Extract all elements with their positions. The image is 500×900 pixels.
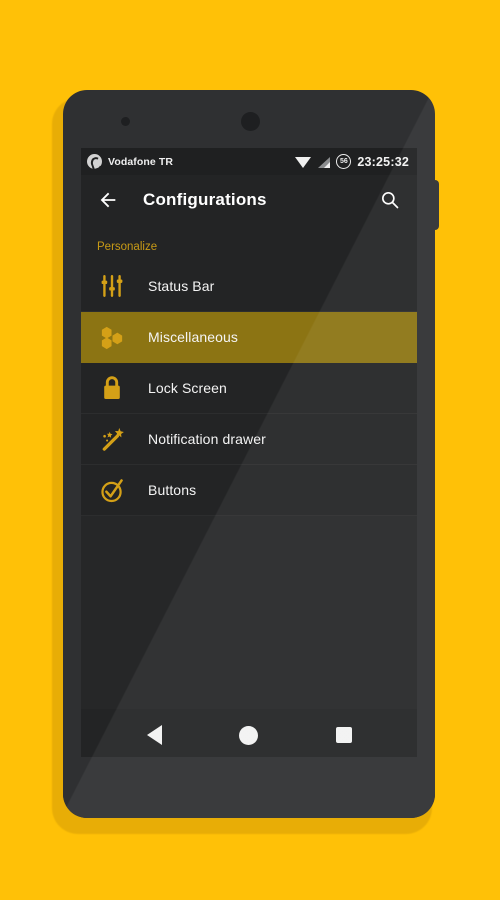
- nav-recents-square-icon[interactable]: [322, 713, 366, 757]
- list-item-label: Buttons: [148, 482, 197, 498]
- settings-list: Personalize Status Bar Miscellaneous Loc…: [81, 225, 417, 709]
- status-bar: Vodafone TR 56 23:25:32: [81, 148, 417, 175]
- phone-top-bezel: [63, 90, 435, 148]
- padlock-icon: [95, 371, 129, 405]
- list-item-label: Status Bar: [148, 278, 215, 294]
- proximity-sensor-icon: [121, 117, 130, 126]
- vodafone-logo-icon: [87, 154, 102, 169]
- honeycomb-icon: [95, 320, 129, 354]
- status-bar-indicators: 56 23:25:32: [295, 154, 409, 169]
- list-item-label: Miscellaneous: [148, 329, 239, 345]
- section-header-personalize: Personalize: [81, 225, 417, 261]
- phone-device-frame: Vodafone TR 56 23:25:32 Configurations P…: [63, 90, 435, 818]
- wifi-icon: [295, 156, 312, 168]
- magic-wand-icon: [95, 422, 129, 456]
- app-bar: Configurations: [81, 175, 417, 225]
- list-item-miscellaneous[interactable]: Miscellaneous: [81, 312, 417, 363]
- list-empty-space: [81, 516, 417, 709]
- front-camera-icon: [241, 112, 260, 131]
- search-icon[interactable]: [377, 187, 403, 213]
- nav-home-circle-icon[interactable]: [227, 713, 271, 757]
- cell-signal-icon: [317, 156, 331, 168]
- arrow-back-icon[interactable]: [95, 187, 121, 213]
- check-circle-icon: [95, 473, 129, 507]
- list-item-notification-drawer[interactable]: Notification drawer: [81, 414, 417, 465]
- page-title: Configurations: [143, 190, 267, 209]
- android-navigation-bar: [81, 709, 417, 757]
- list-item-status-bar[interactable]: Status Bar: [81, 261, 417, 312]
- list-item-label: Lock Screen: [148, 380, 227, 396]
- phone-bottom-bezel: [63, 757, 435, 818]
- nav-back-triangle-icon[interactable]: [132, 713, 176, 757]
- phone-screen: Vodafone TR 56 23:25:32 Configurations P…: [81, 148, 417, 757]
- status-bar-clock: 23:25:32: [357, 154, 409, 169]
- carrier-name: Vodafone TR: [108, 155, 174, 168]
- list-item-label: Notification drawer: [148, 431, 266, 447]
- list-item-buttons[interactable]: Buttons: [81, 465, 417, 516]
- list-item-lock-screen[interactable]: Lock Screen: [81, 363, 417, 414]
- carrier-group: Vodafone TR: [87, 154, 173, 169]
- sliders-icon: [95, 269, 129, 303]
- circle-battery-icon: 56: [336, 154, 352, 169]
